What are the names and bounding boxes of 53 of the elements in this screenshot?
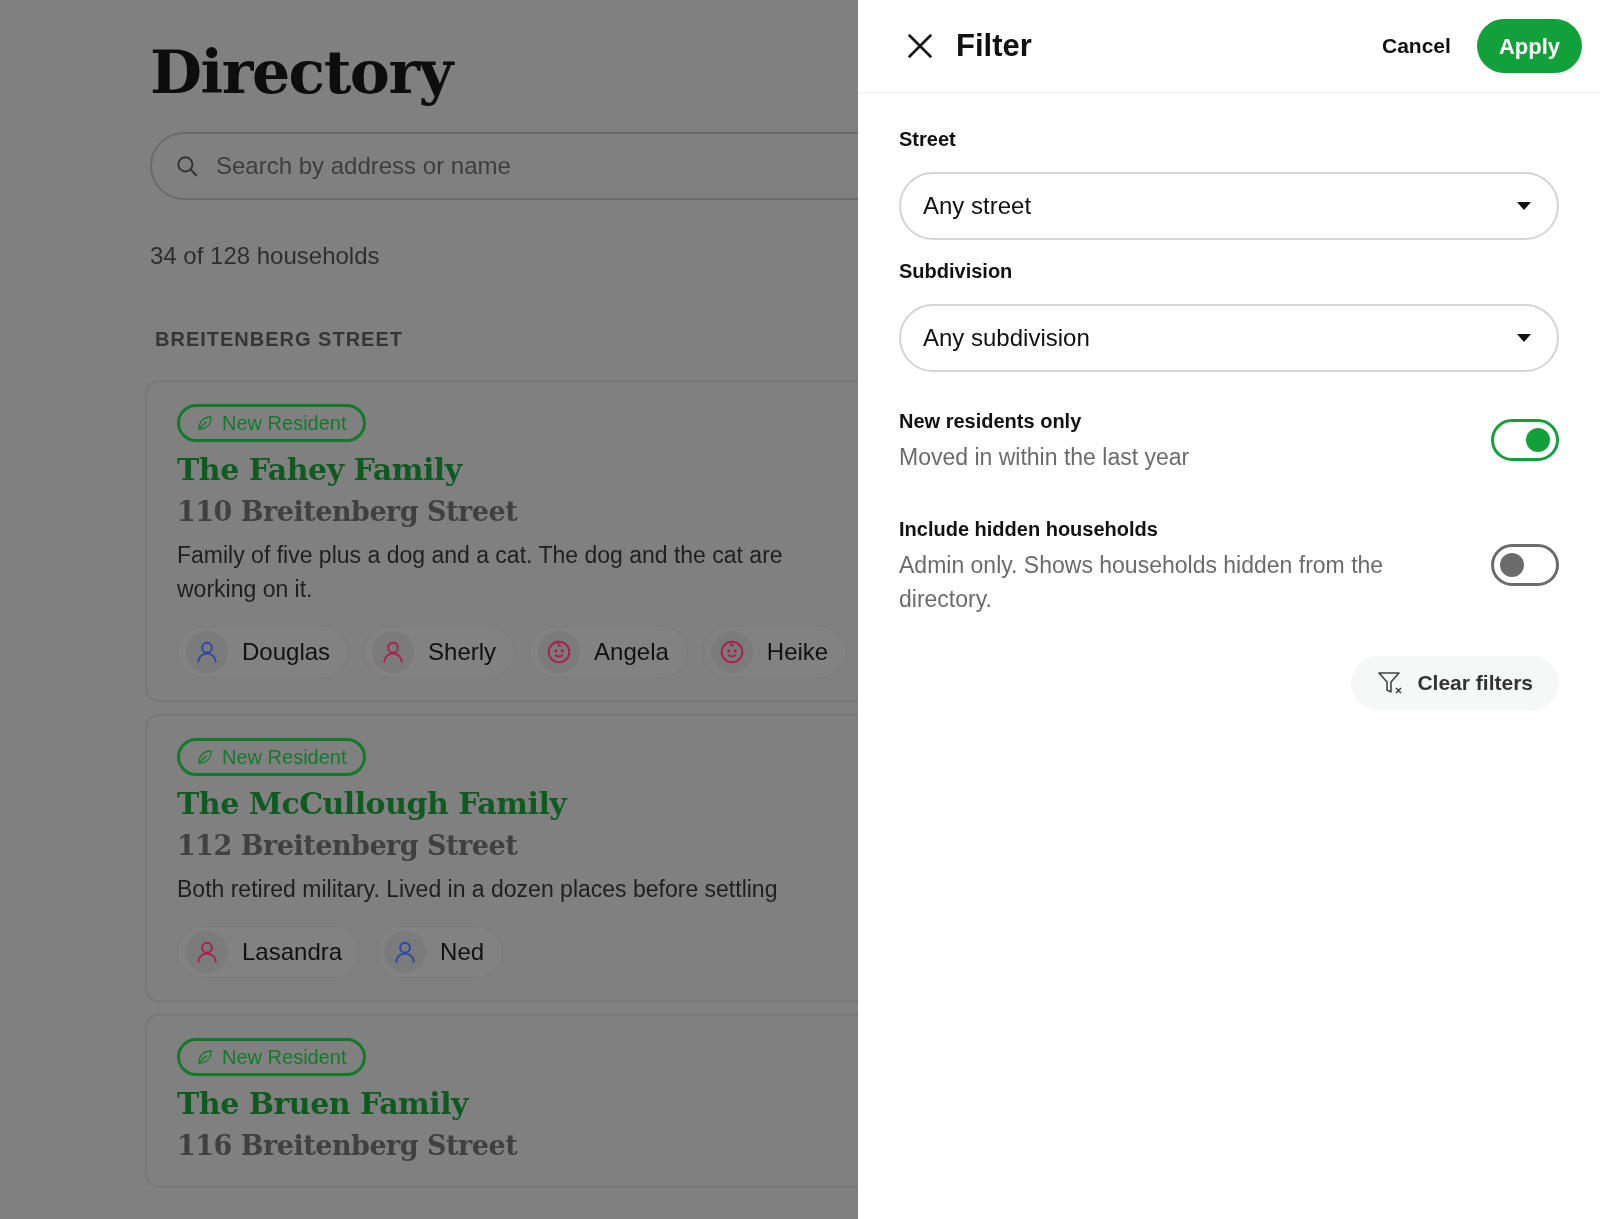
member-chip[interactable]: Angela — [529, 626, 688, 678]
household-description: working on it. — [177, 575, 314, 604]
caret-icon — [1517, 334, 1531, 342]
household-card[interactable]: New Resident The Fahey Family 110 Breitenberg Street Family of five plus a dog and a cat. The dog and the cat are working on it. Douglas Sherly Angela Heike — [145, 380, 858, 702]
new-resident-badge: New Resident — [177, 738, 366, 776]
new-resident-badge: New Resident — [177, 1038, 366, 1076]
member-chip[interactable]: Heike — [701, 626, 848, 678]
member-name: Sherly — [428, 637, 497, 667]
dropdown-select[interactable]: Any subdivision — [899, 304, 1559, 372]
toggle-hint: Admin only. Shows households hidden from the directory. — [899, 551, 1385, 614]
member-name: Heike — [766, 637, 829, 667]
field-label: Subdivision — [899, 259, 1014, 284]
street-address: 116 Breitenberg Street — [177, 1129, 518, 1163]
clear-filters-button[interactable]: Clear filters — [1351, 656, 1559, 710]
member-name: Angela — [594, 637, 669, 667]
toggle-label: New residents only — [899, 409, 1083, 434]
field-label: Street — [899, 127, 957, 152]
street-address: 112 Breitenberg Street — [177, 829, 518, 863]
family-name: The McCullough Family — [177, 785, 567, 823]
caret-icon — [1517, 202, 1531, 210]
cancel-button[interactable]: Cancel — [1370, 20, 1463, 72]
search-icon — [174, 153, 200, 179]
member-name: Lasandra — [242, 937, 343, 967]
member-chip[interactable]: Sherly — [363, 626, 516, 678]
leaf-icon — [196, 414, 214, 432]
family-name: The Fahey Family — [177, 451, 462, 489]
leaf-icon — [196, 1048, 214, 1066]
new-resident-badge: New Resident — [177, 404, 366, 442]
apply-button[interactable]: Apply — [1476, 19, 1582, 73]
page-title: Directory — [145, 0, 858, 114]
section-heading: BREITENBERG STREET — [154, 327, 405, 352]
household-description: Family of five plus a dog and a cat. The dog and the cat are — [177, 541, 783, 570]
street-address: 110 Breitenberg Street — [177, 495, 518, 529]
search-field[interactable]: Search by address or name — [150, 132, 858, 200]
member-name: Douglas — [242, 637, 331, 667]
family-name: The Bruen Family — [177, 1085, 469, 1123]
member-name: Ned — [440, 937, 485, 967]
household-count: 34 of 128 households — [149, 241, 381, 271]
household-card[interactable]: New Resident The McCullough Family 112 Breitenberg Street Both retired military. Lived in a dozen places before settling Lasandra Ned — [145, 714, 858, 1002]
toggle-label: Include hidden households — [899, 517, 1159, 542]
household-description: Both retired military. Lived in a dozen places before settling — [177, 875, 778, 904]
member-chip[interactable]: Douglas — [177, 626, 350, 678]
toggle-switch[interactable] — [1491, 544, 1559, 586]
toggle-hint: Moved in within the last year — [899, 443, 1190, 472]
search-input[interactable]: Search by address or name — [216, 148, 858, 184]
panel-title: Filter — [956, 26, 1032, 65]
dropdown-select[interactable]: Any street — [899, 172, 1559, 240]
member-chip[interactable]: Lasandra — [177, 926, 362, 978]
household-card[interactable]: New Resident The Bruen Family 116 Breitenberg Street — [145, 1014, 858, 1188]
toggle-switch[interactable] — [1491, 419, 1559, 461]
member-chip[interactable]: Ned — [375, 926, 504, 978]
close-icon — [906, 32, 934, 60]
leaf-icon — [196, 748, 214, 766]
